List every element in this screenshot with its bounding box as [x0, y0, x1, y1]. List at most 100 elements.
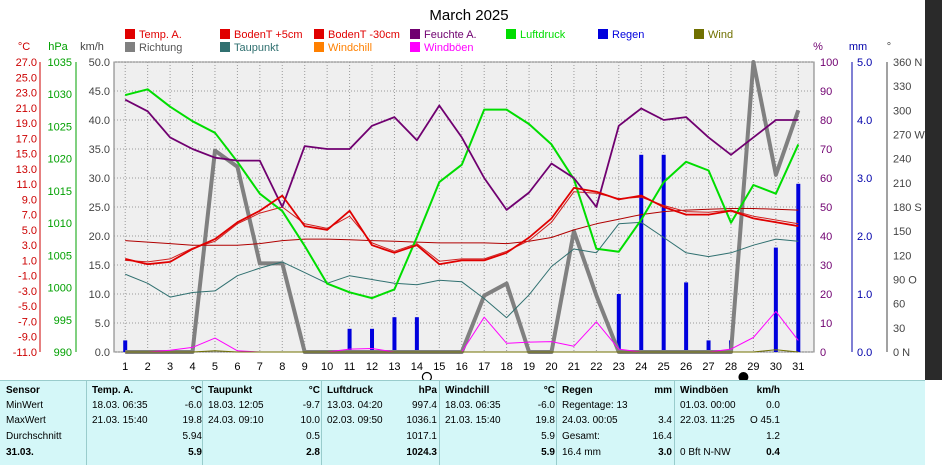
rain-bar	[639, 154, 644, 352]
x-tick-label: 11	[344, 361, 355, 373]
y-tick-label-humidity: 70	[820, 144, 832, 156]
legend-swatch	[598, 29, 608, 39]
x-tick-label: 5	[212, 361, 218, 373]
y-tick-label-direction: 60	[893, 299, 905, 311]
stats-value: 2.8	[306, 447, 320, 458]
y-tick-label-temp: 21.0	[16, 103, 37, 115]
x-tick-label: 3	[167, 361, 173, 373]
y-tick-label-rain: 5.0	[857, 57, 872, 69]
stats-row-label: MinWert	[6, 400, 44, 411]
y-tick-label-temp: -9.0	[18, 332, 37, 344]
x-tick-label: 13	[388, 361, 400, 373]
x-tick-label: 16	[456, 361, 468, 373]
stats-time: Regentage: 13	[562, 400, 628, 411]
stats-time: 13.03. 04:20	[327, 400, 383, 411]
rain-bar	[347, 328, 352, 352]
legend-label: Regen	[612, 29, 644, 41]
axis-unit-direction: °	[887, 41, 891, 53]
y-tick-label-humidity: 50	[820, 202, 832, 214]
y-tick-label-temp: 9.0	[22, 194, 37, 206]
y-tick-label-humidity: 80	[820, 115, 832, 127]
stats-header: Windböen	[680, 385, 729, 396]
x-tick-label: 1	[122, 361, 128, 373]
legend-label: BodenT -30cm	[328, 29, 400, 41]
y-tick-label-humidity: 0	[820, 347, 826, 359]
stats-column-divider	[439, 381, 440, 465]
x-tick-label: 23	[613, 361, 625, 373]
legend-label: Richtung	[139, 42, 182, 54]
stats-row-label: Sensor	[6, 385, 40, 396]
y-tick-label-direction: 240	[893, 154, 911, 166]
y-tick-label-direction: 180 S	[893, 202, 922, 214]
stats-header: Windchill	[445, 385, 490, 396]
y-tick-label-direction: 360 N	[893, 57, 922, 69]
y-tick-label-wind: 10.0	[89, 289, 110, 301]
weather-chart: March 2025 Temp. A. BodenT +5cm BodenT -30…	[0, 0, 942, 380]
stats-value: 19.8	[535, 415, 555, 426]
stats-time: 21.03. 15:40	[445, 415, 501, 426]
legend-label: Feuchte A.	[424, 29, 477, 41]
stats-time: 18.03. 12:05	[208, 400, 264, 411]
stats-time: Gesamt:	[562, 431, 600, 442]
stats-value: 19.8	[182, 415, 202, 426]
y-tick-label-temp: 23.0	[16, 88, 37, 100]
stats-column-divider	[556, 381, 557, 465]
y-tick-label-direction: 210	[893, 178, 911, 190]
x-tick-label: 15	[433, 361, 445, 373]
stats-value: 5.9	[541, 431, 555, 442]
x-tick-label: 18	[501, 361, 513, 373]
legend-label: Windböen	[424, 42, 474, 54]
stats-value: 5.9	[188, 447, 202, 458]
y-tick-label-temp: 19.0	[16, 118, 37, 130]
stats-value: -9.7	[302, 400, 320, 411]
stats-column-divider	[674, 381, 675, 465]
full-moon-icon	[421, 371, 432, 380]
y-tick-label-direction: 120	[893, 250, 911, 262]
legend-swatch	[314, 29, 324, 39]
y-tick-label-pressure: 990	[54, 347, 72, 359]
stats-value: 5.94	[182, 431, 202, 442]
x-tick-label: 6	[234, 361, 240, 373]
y-tick-label-direction: 90 O	[893, 275, 917, 287]
stats-row-label: 31.03.	[6, 447, 34, 458]
y-tick-label-direction: 30	[893, 323, 905, 335]
x-tick-label: 24	[635, 361, 647, 373]
stats-value: 997.4	[411, 400, 437, 411]
y-tick-label-humidity: 60	[820, 173, 832, 185]
new-moon-icon	[738, 372, 749, 380]
stats-column-divider	[321, 381, 322, 465]
legend-label: Windchill	[328, 42, 372, 54]
stats-value: -6.0	[184, 400, 202, 411]
y-tick-label-temp: 27.0	[16, 57, 37, 69]
x-tick-label: 31	[792, 361, 804, 373]
stats-time: 0 Bft N-NW	[680, 447, 731, 458]
y-tick-label-wind: 45.0	[89, 86, 110, 98]
stats-value: 0.0	[766, 400, 780, 411]
stats-value	[622, 398, 672, 413]
y-tick-label-humidity: 100	[820, 57, 838, 69]
stats-header: Regen	[562, 385, 593, 396]
y-tick-label-humidity: 90	[820, 86, 832, 98]
rain-bar	[796, 183, 801, 352]
y-tick-label-humidity: 30	[820, 260, 832, 272]
y-tick-label-wind: 50.0	[89, 57, 110, 69]
stats-value: 3.0	[658, 447, 672, 458]
stats-time: 16.4 mm	[562, 447, 601, 458]
chart-title: March 2025	[429, 7, 508, 24]
stats-value: 1017.1	[406, 431, 437, 442]
stats-unit: km/h	[756, 385, 780, 396]
y-tick-label-temp: -3.0	[18, 286, 37, 298]
y-tick-label-temp: 17.0	[16, 133, 37, 145]
stats-value: 0.5	[306, 431, 320, 442]
stats-value: 16.4	[652, 431, 672, 442]
x-tick-label: 17	[478, 361, 490, 373]
y-tick-label-direction: 0 N	[893, 347, 910, 359]
y-tick-label-wind: 40.0	[89, 115, 110, 127]
x-tick-label: 30	[770, 361, 782, 373]
legend-swatch	[410, 29, 420, 39]
stats-time: 02.03. 09:50	[327, 415, 383, 426]
x-tick-label: 20	[545, 361, 557, 373]
legend-label: Luftdruck	[520, 29, 566, 41]
legend-swatch	[314, 42, 324, 52]
y-tick-label-humidity: 40	[820, 231, 832, 243]
